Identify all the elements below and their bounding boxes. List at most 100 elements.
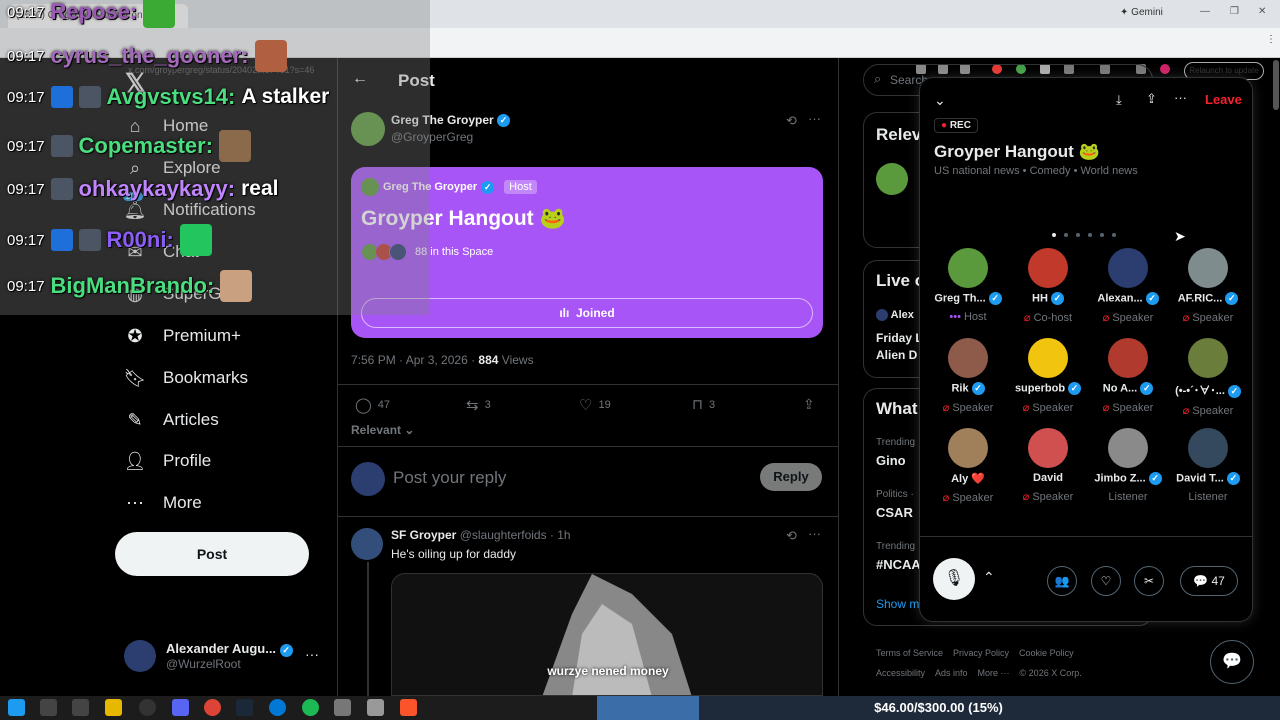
people-button[interactable]: 👥 — [1047, 566, 1077, 596]
more-dots-icon[interactable]: ··· — [305, 646, 319, 662]
app-icon[interactable] — [334, 699, 351, 716]
nav-item-articles[interactable]: ✎ Articles — [125, 410, 218, 430]
steam-icon[interactable] — [236, 699, 253, 716]
brave-icon[interactable] — [400, 699, 417, 716]
more-dots-icon[interactable]: ··· — [808, 526, 821, 541]
chat-username[interactable]: R00ni: — [107, 227, 174, 253]
bookmark-action[interactable]: ⊓ 3 — [692, 396, 715, 413]
repost-action[interactable]: ⇆ 3 — [466, 396, 491, 414]
discord-icon[interactable] — [172, 699, 189, 716]
footer-link[interactable]: Accessibility — [876, 668, 925, 678]
verified-icon: ✓ — [1140, 382, 1154, 395]
more-icon: ⋯ — [126, 492, 144, 513]
nav-item-bookmarks[interactable]: 🔖︎ Bookmarks — [124, 368, 248, 388]
space-participant[interactable]: AF.RIC... ✓ ⌀ Speaker — [1168, 248, 1248, 324]
divider — [337, 446, 839, 447]
chat-username[interactable]: Copemaster: — [79, 133, 213, 159]
maximize-icon[interactable]: ❐ — [1230, 6, 1239, 17]
footer-link[interactable]: © 2026 X Corp. — [1020, 668, 1082, 678]
like-action[interactable]: ♡ 19 — [579, 396, 611, 414]
trend-name[interactable]: CSAR — [876, 505, 913, 520]
react-button[interactable]: ♡ — [1091, 566, 1121, 596]
chevron-up-icon[interactable]: ⌃ — [983, 569, 995, 586]
avatar — [1108, 248, 1148, 288]
space-participant[interactable]: Greg Th... ✓ ••• Host — [928, 248, 1008, 323]
nav-item-more[interactable]: ⋯ More — [125, 493, 202, 513]
grok-icon[interactable]: ⟲ — [786, 113, 797, 129]
account-switcher[interactable]: Alexander Augu... ✓ @WurzelRoot — [124, 640, 293, 672]
minimize-icon[interactable]: — — [1200, 6, 1210, 17]
comments-button[interactable]: 💬 47 — [1180, 566, 1238, 596]
space-participant[interactable]: No A... ✓ ⌀ Speaker — [1088, 338, 1168, 414]
space-participant[interactable]: superbob ✓ ⌀ Speaker — [1008, 338, 1088, 414]
trend-name[interactable]: Gino — [876, 453, 906, 468]
reply-author-handle: @slaughterfoids · 1h — [459, 528, 571, 542]
space-participant[interactable]: Aly ❤️ ⌀ Speaker — [928, 428, 1008, 504]
profile-avatar[interactable] — [1160, 64, 1170, 74]
reply-author-avatar[interactable] — [351, 528, 383, 560]
space-participant[interactable]: Alexan... ✓ ⌀ Speaker — [1088, 248, 1168, 324]
trend-name[interactable]: #NCAA — [876, 557, 921, 572]
nav-item-profile[interactable]: 👤︎ Profile — [124, 451, 212, 471]
windows-start-icon[interactable] — [8, 699, 25, 716]
footer-link[interactable]: More ··· — [978, 668, 1010, 678]
space-participant[interactable]: (•-•´･∀･... ✓ ⌀ Speaker — [1168, 338, 1248, 417]
minimize-space-icon[interactable]: ⤓ — [1116, 92, 1122, 108]
footer-link[interactable]: Ads info — [935, 668, 968, 678]
avatar[interactable] — [876, 163, 908, 195]
close-window-icon[interactable]: ✕ — [1258, 6, 1266, 17]
space-participant[interactable]: David T... ✓ Listener — [1168, 428, 1248, 503]
chat-username[interactable]: cyrus_the_gooner: — [51, 43, 249, 69]
badge-icon — [50, 86, 73, 108]
menu-dots-icon[interactable]: ⋮ — [1266, 34, 1276, 45]
share-icon[interactable]: ⇪ — [1146, 91, 1157, 107]
footer-link[interactable]: Privacy Policy — [953, 648, 1009, 658]
scrollbar[interactable] — [1273, 60, 1279, 110]
nav-item-premium[interactable]: ✪ Premium+ — [125, 326, 240, 346]
chat-username[interactable]: Repose: — [51, 0, 138, 25]
space-participant[interactable]: Jimbo Z... ✓ Listener — [1088, 428, 1168, 503]
edge-icon[interactable] — [269, 699, 286, 716]
leave-button[interactable]: Leave — [1205, 92, 1242, 107]
post-button[interactable]: Post — [115, 532, 309, 576]
show-more-link[interactable]: Show m — [876, 597, 919, 611]
reply-button[interactable]: Reply — [760, 463, 822, 491]
share-icon[interactable]: ⇪ — [803, 396, 815, 413]
spotify-icon[interactable] — [302, 699, 319, 716]
reply-input[interactable]: Post your reply — [393, 468, 506, 488]
reply-media[interactable]: wurzye nened money — [391, 573, 823, 696]
nav-item-label: More — [163, 493, 202, 512]
sort-dropdown[interactable]: Relevant ⌄ — [351, 423, 414, 437]
microphone-button[interactable]: 🎙 — [933, 558, 975, 600]
space-participant[interactable]: HH ✓ ⌀ Co-host — [1008, 248, 1088, 324]
verified-icon: ✓ — [1227, 384, 1241, 398]
more-dots-icon[interactable]: ··· — [808, 111, 821, 126]
chat-username[interactable]: BigManBrando: — [51, 273, 215, 299]
grok-icon[interactable]: ⟲ — [786, 528, 797, 544]
collapse-chevron-icon[interactable]: ⌄ — [934, 92, 946, 109]
gemini-button[interactable]: ✦ Gemini — [1120, 7, 1163, 18]
chat-username[interactable]: Avgvstvs14: — [107, 84, 236, 110]
space-participant[interactable]: Rik ✓ ⌀ Speaker — [928, 338, 1008, 414]
space-participant[interactable]: David ⌀ Speaker — [1008, 428, 1088, 503]
file-explorer-icon[interactable] — [105, 699, 122, 716]
reply-action[interactable]: ◯ 47 — [355, 396, 390, 414]
chrome-icon[interactable] — [204, 699, 221, 716]
messages-fab[interactable]: 💬 — [1210, 640, 1254, 684]
more-dots-icon[interactable]: ··· — [1174, 90, 1187, 105]
clip-button[interactable]: ✂ — [1134, 566, 1164, 596]
trend-meta: Trending — [876, 541, 916, 552]
search-icon[interactable] — [40, 699, 57, 716]
reply-author-name[interactable]: SF Groyper — [391, 528, 456, 542]
views-label: Views — [501, 353, 534, 367]
chat-username[interactable]: ohkaykaykayy: — [79, 176, 236, 202]
app-icon[interactable] — [367, 699, 384, 716]
participant-role: Speaker — [1192, 312, 1234, 324]
obs-icon[interactable] — [139, 699, 156, 716]
footer-link[interactable]: Cookie Policy — [1019, 648, 1074, 658]
task-view-icon[interactable] — [72, 699, 89, 716]
participant-role: Speaker — [1112, 312, 1154, 324]
participant-name: (•-•´･∀･... — [1175, 385, 1225, 397]
verified-icon: ✓ — [1050, 292, 1064, 305]
footer-link[interactable]: Terms of Service — [876, 648, 943, 658]
